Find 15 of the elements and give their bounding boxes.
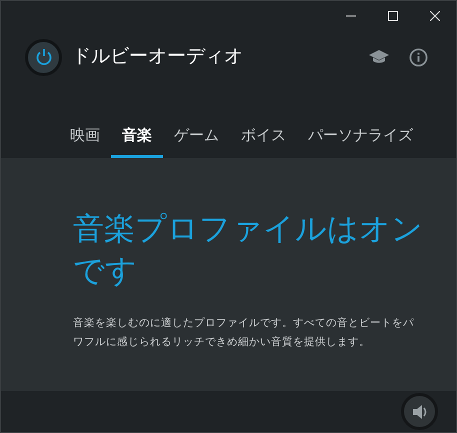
graduation-cap-icon[interactable] — [369, 50, 389, 64]
power-icon — [34, 48, 52, 66]
tab[interactable]: 映画 — [59, 118, 111, 158]
maximize-icon[interactable] — [388, 11, 398, 21]
info-icon[interactable] — [409, 48, 428, 66]
volume-button[interactable] — [401, 393, 438, 430]
profile-description: 音楽を楽しむのに適したプロファイルです。すべての音とビートをパワフルに感じられるリッチできめ細かい音質を提供します。 — [73, 316, 415, 350]
app-title: ドルビーオーディオ — [72, 44, 243, 69]
power-button[interactable] — [25, 38, 62, 76]
speaker-icon — [412, 404, 428, 420]
close-icon[interactable] — [430, 11, 440, 21]
profile-heading: 音楽プロファイルはオンです — [73, 210, 423, 290]
tab[interactable]: パーソナライズ — [297, 118, 424, 158]
tab[interactable]: ボイス — [230, 118, 297, 158]
tab[interactable]: ゲーム — [163, 118, 230, 158]
